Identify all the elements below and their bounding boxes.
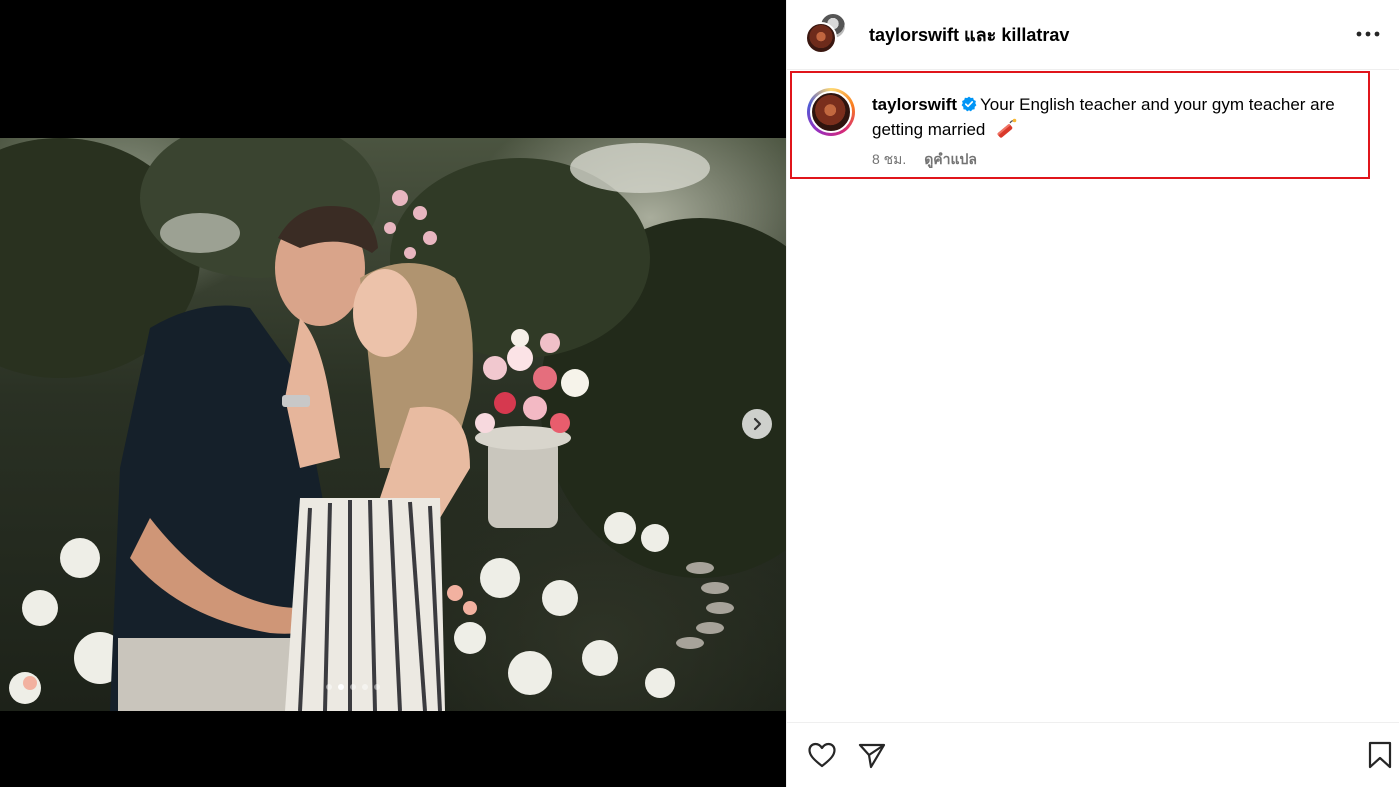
save-button[interactable] xyxy=(1365,740,1395,770)
post-side-panel: taylorswift และ killatrav taylorswift Yo… xyxy=(786,0,1399,787)
caption-avatar[interactable] xyxy=(807,88,855,136)
carousel-indicator xyxy=(326,684,380,690)
post-actions-bar xyxy=(787,722,1399,787)
post-header: taylorswift และ killatrav xyxy=(787,0,1399,70)
next-slide-button[interactable] xyxy=(742,409,772,439)
dynamite-emoji-icon xyxy=(997,118,1017,138)
carousel-dot xyxy=(326,684,332,690)
collab-avatars[interactable] xyxy=(805,12,849,56)
verified-badge-icon xyxy=(961,96,977,112)
post-authors[interactable]: taylorswift และ killatrav xyxy=(869,20,1069,49)
see-translation-link[interactable]: ดูคำแปล xyxy=(924,151,977,167)
more-options-button[interactable] xyxy=(1355,22,1381,46)
media-viewer xyxy=(0,0,786,787)
carousel-dot xyxy=(362,684,368,690)
caption-text-block: taylorswift Your English teacher and you… xyxy=(872,93,1352,142)
post-caption: taylorswift Your English teacher and you… xyxy=(790,71,1370,179)
bookmark-icon xyxy=(1368,741,1392,769)
heart-icon xyxy=(808,742,836,768)
caption-username[interactable]: taylorswift xyxy=(872,95,957,114)
more-horizontal-icon xyxy=(1356,31,1380,37)
like-button[interactable] xyxy=(807,740,837,770)
couple-garden-illustration xyxy=(0,138,786,711)
carousel-dot xyxy=(350,684,356,690)
post-timestamp[interactable]: 8 ชม. xyxy=(872,151,906,167)
avatar-image xyxy=(810,91,852,133)
avatar-taylorswift[interactable] xyxy=(805,22,837,54)
paper-plane-icon xyxy=(858,743,886,769)
carousel-dot-active xyxy=(338,684,344,690)
post-photo xyxy=(0,138,786,711)
share-button[interactable] xyxy=(857,740,887,770)
carousel-dot xyxy=(374,684,380,690)
caption-meta: 8 ชม. ดูคำแปล xyxy=(872,149,977,171)
chevron-right-icon xyxy=(753,417,762,431)
